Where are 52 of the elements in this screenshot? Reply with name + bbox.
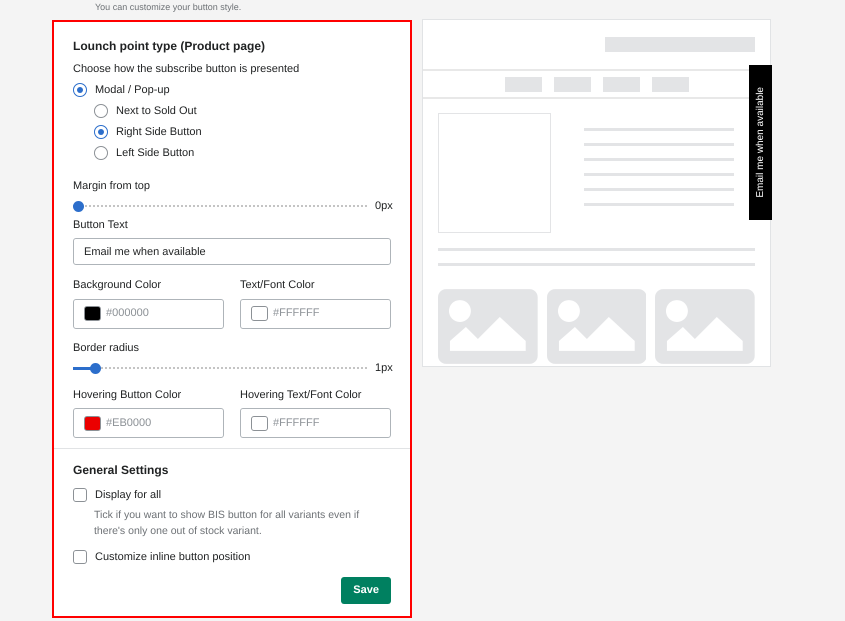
radio-label: Right Side Button bbox=[116, 124, 202, 140]
nav-placeholder bbox=[652, 76, 688, 92]
checkbox[interactable] bbox=[73, 550, 87, 564]
slider-thumb[interactable] bbox=[90, 362, 101, 374]
color-value: #EB0000 bbox=[106, 416, 152, 431]
color-field[interactable]: #EB0000 bbox=[73, 408, 224, 438]
side-email-button[interactable]: Email me when available bbox=[749, 65, 772, 220]
nav-placeholder bbox=[554, 76, 590, 92]
field-label: Hovering Text/Font Color bbox=[240, 388, 362, 402]
slider-thumb[interactable] bbox=[73, 200, 84, 212]
nav-placeholder bbox=[504, 76, 542, 92]
section-title: General Settings bbox=[73, 462, 170, 479]
slider-value: 1px bbox=[375, 361, 391, 376]
checkbox-label: Display for all bbox=[95, 488, 162, 503]
color-field[interactable]: #FFFFFF bbox=[240, 408, 391, 438]
section-subtitle: Choose how the subscribe button is presented bbox=[73, 62, 300, 77]
checkbox[interactable] bbox=[73, 488, 87, 502]
slider-track[interactable] bbox=[73, 362, 367, 374]
field-label: Text/Font Color bbox=[240, 278, 316, 293]
color-swatch[interactable] bbox=[251, 416, 268, 430]
radio-label: Left Side Button bbox=[116, 146, 194, 161]
button-text-field[interactable]: Email me when available bbox=[73, 238, 391, 265]
radio-button[interactable] bbox=[73, 83, 87, 97]
intro-text: You can customize your button style. bbox=[94, 1, 242, 14]
radio-button[interactable] bbox=[94, 125, 108, 139]
checkbox-label: Customize inline button position bbox=[95, 550, 250, 564]
image-placeholder-icon bbox=[546, 289, 646, 364]
color-swatch[interactable] bbox=[84, 416, 101, 430]
radio-button[interactable] bbox=[94, 146, 108, 160]
color-swatch[interactable] bbox=[84, 306, 101, 321]
field-label: Button Text bbox=[73, 218, 129, 232]
color-value: #000000 bbox=[106, 306, 149, 322]
radio-label: Next to Sold Out bbox=[116, 104, 197, 119]
color-value: #FFFFFF bbox=[273, 416, 320, 431]
radio-label: Modal / Pop-up bbox=[95, 82, 170, 98]
color-field[interactable]: #FFFFFF bbox=[240, 298, 391, 328]
color-value: #FFFFFF bbox=[273, 306, 320, 322]
save-button[interactable]: Save bbox=[341, 577, 391, 604]
slider-track[interactable] bbox=[73, 200, 367, 212]
nav-placeholder bbox=[602, 76, 640, 92]
image-placeholder-icon bbox=[438, 289, 538, 364]
color-field[interactable]: #000000 bbox=[73, 298, 224, 328]
section-title: Lounch point type (Product page) bbox=[73, 38, 266, 55]
field-label: Background Color bbox=[73, 278, 162, 293]
radio-button[interactable] bbox=[94, 104, 108, 118]
slider-label: Border radius bbox=[73, 340, 140, 356]
slider-label: Margin from top bbox=[73, 178, 152, 194]
slider-value: 0px bbox=[375, 199, 391, 214]
help-text: Tick if you want to show BIS button for all variants even if there's only one out of stock variant. bbox=[93, 508, 360, 538]
image-placeholder-icon bbox=[655, 289, 756, 364]
field-label: Hovering Button Color bbox=[73, 388, 182, 402]
color-swatch[interactable] bbox=[251, 306, 268, 321]
